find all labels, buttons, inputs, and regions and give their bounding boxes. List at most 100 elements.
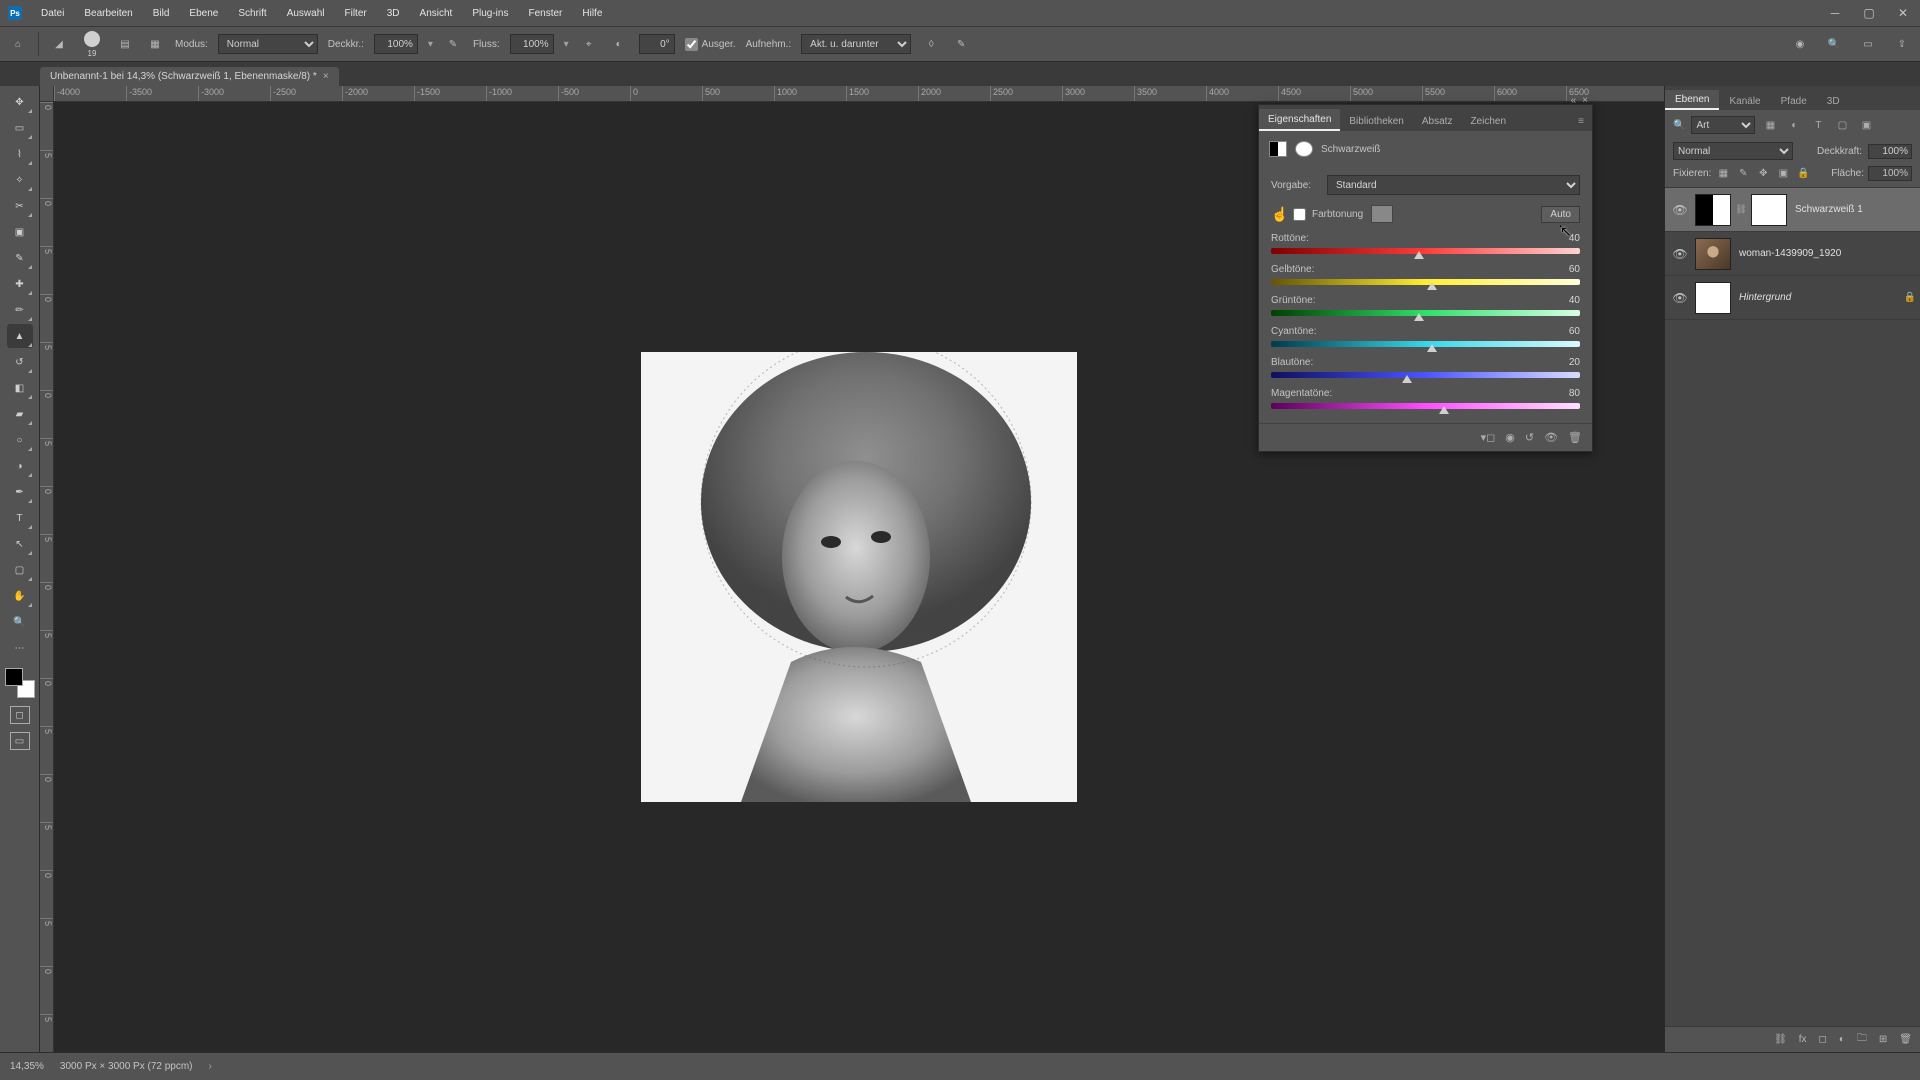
tint-checkbox[interactable]: Farbtonung bbox=[1293, 208, 1363, 221]
lock-pixels-icon[interactable]: ✎ bbox=[1735, 168, 1751, 179]
lock-artboard-icon[interactable]: ▣ bbox=[1775, 168, 1791, 179]
auto-button[interactable]: Auto bbox=[1541, 206, 1580, 223]
frame-tool[interactable]: ▣ bbox=[7, 220, 33, 244]
color-swatch[interactable] bbox=[5, 668, 35, 698]
info-chevron-icon[interactable]: › bbox=[209, 1061, 212, 1072]
close-tab-icon[interactable]: × bbox=[323, 71, 329, 82]
quickmask-toggle[interactable]: ◻ bbox=[10, 706, 30, 724]
heal-tool[interactable]: ✚ bbox=[7, 272, 33, 296]
crop-tool[interactable]: ✂ bbox=[7, 194, 33, 218]
properties-tab[interactable]: Eigenschaften bbox=[1259, 109, 1340, 131]
zoom-readout[interactable]: 14,35% bbox=[10, 1061, 44, 1072]
new-adj-icon[interactable]: ◐ bbox=[1839, 1034, 1845, 1045]
menu-item[interactable]: Bild bbox=[144, 4, 179, 23]
slider-handle[interactable] bbox=[1427, 282, 1437, 290]
libraries-tab[interactable]: Bibliotheken bbox=[1340, 111, 1412, 131]
hand-sampler-icon[interactable]: ☝ bbox=[1271, 206, 1293, 223]
view-previous-icon[interactable]: ◉ bbox=[1505, 431, 1515, 444]
reset-icon[interactable]: ↺ bbox=[1525, 431, 1534, 444]
lasso-tool[interactable]: ⌇ bbox=[7, 142, 33, 166]
delete-adj-icon[interactable]: 🗑 bbox=[1568, 431, 1582, 444]
layer-row[interactable]: 👁 woman-1439909_1920 bbox=[1665, 232, 1920, 276]
opacity-value-input[interactable]: 100% bbox=[1868, 144, 1912, 159]
type-tool[interactable]: T bbox=[7, 506, 33, 530]
airbrush-icon[interactable]: ⌖ bbox=[579, 34, 599, 54]
blur-tool[interactable]: ○ bbox=[7, 428, 33, 452]
dropdown-icon[interactable]: ▾ bbox=[564, 39, 569, 50]
layer-row[interactable]: 👁 Hintergrund 🔒 bbox=[1665, 276, 1920, 320]
collapse-panel-icon[interactable]: « bbox=[1571, 95, 1577, 106]
paragraph-tab[interactable]: Absatz bbox=[1413, 111, 1462, 131]
menu-item[interactable]: Ansicht bbox=[411, 4, 462, 23]
layer-thumb-icon[interactable] bbox=[1695, 194, 1731, 226]
minimize-button[interactable]: ─ bbox=[1818, 0, 1852, 26]
paths-tab[interactable]: Pfade bbox=[1771, 92, 1817, 110]
history-brush-tool[interactable]: ↺ bbox=[7, 350, 33, 374]
close-panel-icon[interactable]: × bbox=[1582, 95, 1588, 106]
filter-type-select[interactable]: Art bbox=[1691, 116, 1755, 134]
screenmode-toggle[interactable]: ▭ bbox=[10, 732, 30, 750]
link-layers-icon[interactable]: ⛓ bbox=[1774, 1034, 1787, 1045]
slider-value[interactable]: 40 bbox=[1569, 295, 1580, 306]
layer-mask-thumb[interactable] bbox=[1751, 194, 1787, 226]
shape-tool[interactable]: ▢ bbox=[7, 558, 33, 582]
foreground-color[interactable] bbox=[5, 668, 23, 686]
close-button[interactable]: ✕ bbox=[1886, 0, 1920, 26]
pressure-opacity-icon[interactable]: ✎ bbox=[443, 34, 463, 54]
lock-all-icon[interactable]: 🔒 bbox=[1795, 168, 1811, 179]
home-icon[interactable]: ⌂ bbox=[8, 34, 28, 54]
slider-value[interactable]: 80 bbox=[1569, 388, 1580, 399]
visibility-toggle[interactable]: 👁 bbox=[1669, 203, 1691, 217]
slider-value[interactable]: 60 bbox=[1569, 264, 1580, 275]
slider-track[interactable] bbox=[1271, 341, 1580, 347]
lock-position-icon[interactable]: ✥ bbox=[1755, 168, 1771, 179]
wand-tool[interactable]: ✧ bbox=[7, 168, 33, 192]
character-tab[interactable]: Zeichen bbox=[1461, 111, 1515, 131]
cloud-docs-icon[interactable]: ◉ bbox=[1790, 34, 1810, 54]
menu-item[interactable]: Auswahl bbox=[278, 4, 334, 23]
document-info[interactable]: 3000 Px × 3000 Px (72 ppcm) bbox=[60, 1061, 193, 1072]
eyedropper-tool[interactable]: ✎ bbox=[7, 246, 33, 270]
tint-color-swatch[interactable] bbox=[1371, 205, 1393, 223]
pressure-size-icon[interactable]: ✎ bbox=[951, 34, 971, 54]
slider-value[interactable]: 20 bbox=[1569, 357, 1580, 368]
menu-item[interactable]: Fenster bbox=[519, 4, 571, 23]
slider-handle[interactable] bbox=[1427, 344, 1437, 352]
zoom-tool[interactable]: 🔍 bbox=[7, 610, 33, 634]
slider-handle[interactable] bbox=[1402, 375, 1412, 383]
pen-tool[interactable]: ✒ bbox=[7, 480, 33, 504]
menu-item[interactable]: Bearbeiten bbox=[75, 4, 141, 23]
layer-name[interactable]: Hintergrund bbox=[1735, 292, 1900, 303]
layer-thumb-icon[interactable] bbox=[1695, 282, 1731, 314]
toggle-visibility-icon[interactable]: 👁 bbox=[1544, 431, 1558, 444]
brush-panel-icon[interactable]: ▤ bbox=[115, 34, 135, 54]
slider-track[interactable] bbox=[1271, 372, 1580, 378]
filter-shape-icon[interactable]: ▢ bbox=[1833, 120, 1851, 131]
layer-name[interactable]: woman-1439909_1920 bbox=[1735, 248, 1916, 259]
document-tab[interactable]: Unbenannt-1 bei 14,3% (Schwarzweiß 1, Eb… bbox=[40, 67, 339, 86]
layer-thumb-icon[interactable] bbox=[1695, 238, 1731, 270]
filter-adj-icon[interactable]: ◐ bbox=[1785, 120, 1803, 131]
fill-value-input[interactable]: 100% bbox=[1868, 166, 1912, 181]
flow-input[interactable] bbox=[510, 34, 554, 54]
layers-tab[interactable]: Ebenen bbox=[1665, 90, 1719, 110]
slider-track[interactable] bbox=[1271, 279, 1580, 285]
slider-track[interactable] bbox=[1271, 310, 1580, 316]
path-select-tool[interactable]: ↖ bbox=[7, 532, 33, 556]
search-icon[interactable]: 🔍 bbox=[1824, 34, 1844, 54]
filter-type-icon[interactable]: T bbox=[1809, 120, 1827, 131]
layer-blend-select[interactable]: Normal bbox=[1673, 142, 1793, 160]
dodge-tool[interactable]: ◑ bbox=[7, 454, 33, 478]
menu-item[interactable]: Filter bbox=[336, 4, 376, 23]
dropdown-icon[interactable]: ▾ bbox=[428, 39, 433, 50]
menu-item[interactable]: Datei bbox=[32, 4, 73, 23]
tool-preset-icon[interactable]: ◢ bbox=[49, 34, 69, 54]
sample-select[interactable]: Akt. u. darunter bbox=[801, 34, 911, 54]
3d-tab[interactable]: 3D bbox=[1817, 92, 1850, 110]
filter-pixel-icon[interactable]: ▦ bbox=[1761, 120, 1779, 131]
angle-input[interactable] bbox=[639, 34, 675, 54]
menu-item[interactable]: Hilfe bbox=[573, 4, 611, 23]
link-icon[interactable]: ⛓ bbox=[1735, 204, 1747, 215]
panel-menu-icon[interactable]: ≡ bbox=[1570, 112, 1592, 131]
ruler-horizontal[interactable]: -4000-3500-3000-2500-2000-1500-1000-5000… bbox=[54, 86, 1664, 102]
